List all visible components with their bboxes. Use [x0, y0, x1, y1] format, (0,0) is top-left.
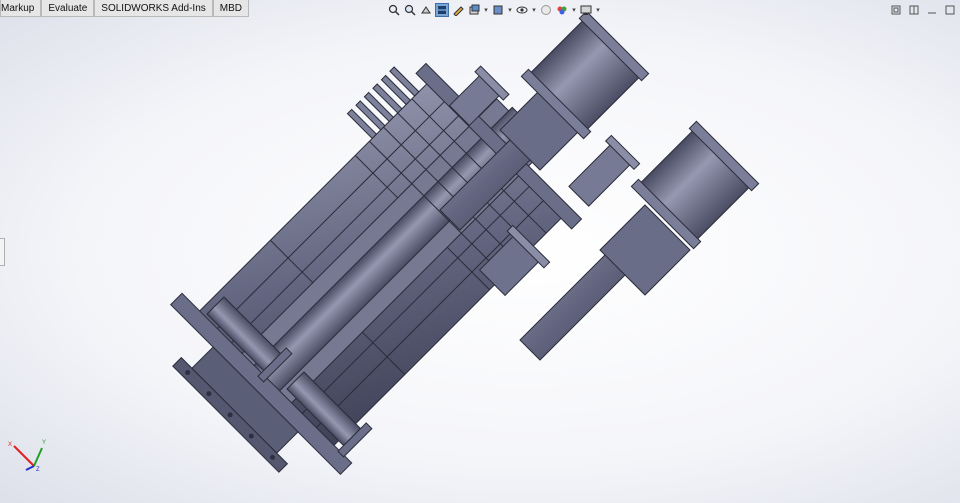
- tile-window-icon[interactable]: [908, 4, 920, 16]
- tab-evaluate[interactable]: Evaluate: [41, 0, 95, 17]
- x-axis: [13, 445, 35, 467]
- maximize-icon[interactable]: [944, 4, 956, 16]
- zoom-to-fit-icon[interactable]: [387, 3, 401, 17]
- graphics-area[interactable]: Markup Evaluate SOLIDWORKS Add-Ins MBD ▾…: [0, 0, 960, 503]
- restore-panel-icon[interactable]: [890, 4, 902, 16]
- upper-arm-2: [519, 120, 760, 361]
- section-view-model[interactable]: [0, 0, 960, 503]
- feature-tree-flyout-handle[interactable]: [0, 238, 5, 266]
- view-orientation-dropdown-icon[interactable]: ▾: [483, 6, 489, 14]
- view-settings-icon[interactable]: [579, 3, 593, 17]
- view-settings-dropdown-icon[interactable]: ▾: [595, 6, 601, 14]
- y-axis-label: Y: [42, 440, 46, 446]
- zoom-to-area-icon[interactable]: [403, 3, 417, 17]
- x-axis-label: X: [8, 442, 12, 448]
- edit-appearance-icon[interactable]: [539, 3, 553, 17]
- y-axis: [33, 447, 43, 467]
- command-manager-tabs: Markup Evaluate SOLIDWORKS Add-Ins MBD: [0, 0, 249, 18]
- hide-show-dropdown-icon[interactable]: ▾: [531, 6, 537, 14]
- display-style-dropdown-icon[interactable]: ▾: [507, 6, 513, 14]
- apply-scene-icon[interactable]: [555, 3, 569, 17]
- heads-up-view-toolbar: ▾ ▾ ▾ ▾ ▾: [387, 2, 601, 18]
- reference-triad: X Y Z: [8, 440, 46, 472]
- view-orientation-icon[interactable]: [467, 3, 481, 17]
- z-axis: [25, 465, 35, 471]
- minimize-icon[interactable]: [926, 4, 938, 16]
- hide-show-items-icon[interactable]: [515, 3, 529, 17]
- tab-mbd[interactable]: MBD: [212, 0, 249, 17]
- tab-markup[interactable]: Markup: [0, 0, 42, 17]
- tab-solidworks-add-ins[interactable]: SOLIDWORKS Add-Ins: [94, 0, 213, 17]
- apply-scene-dropdown-icon[interactable]: ▾: [571, 6, 577, 14]
- z-axis-label: Z: [36, 467, 40, 472]
- previous-view-icon[interactable]: [419, 3, 433, 17]
- document-window-controls: [890, 4, 956, 16]
- section-view-icon[interactable]: [435, 3, 449, 17]
- display-style-icon[interactable]: [491, 3, 505, 17]
- dynamic-annotation-icon[interactable]: [451, 3, 465, 17]
